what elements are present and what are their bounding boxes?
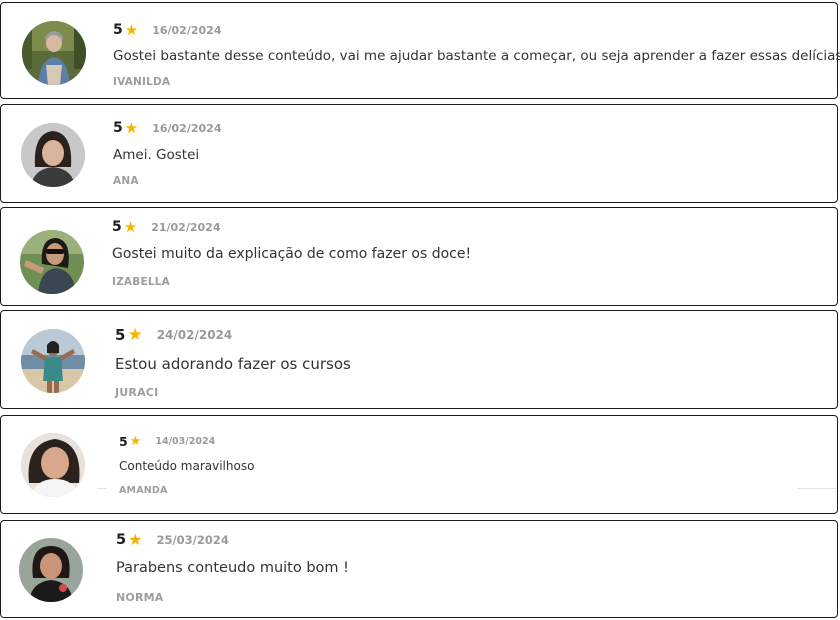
rating-row: 5 ★ 21/02/2024 [112,219,220,235]
rating-row: 5 ★ 25/03/2024 [116,530,229,549]
rating-value: 5 [113,22,123,38]
rating-row: 5 ★ 14/03/2024 [119,434,215,449]
review-card: 5 ★ 21/02/2024 Gostei muito da explicaçã… [0,207,838,306]
review-card: 5 ★ 24/02/2024 Estou adorando fazer os c… [0,310,838,409]
review-date: 16/02/2024 [152,121,222,135]
reviewer-name: ANA [113,175,139,187]
review-card: 5 ★ 16/02/2024 Gostei bastante desse con… [0,2,840,99]
star-icon: ★ [124,118,139,137]
rating-value: 5 [119,434,128,449]
review-date: 21/02/2024 [151,220,221,234]
reviewer-name: AMANDA [119,485,168,496]
avatar-photo [21,123,85,187]
review-card: 5 ★ 16/02/2024 Amei. Gostei ANA [0,104,838,203]
review-text: Conteúdo maravilhoso [119,459,255,473]
review-date: 14/03/2024 [155,436,216,447]
divider-line [797,488,837,489]
star-icon: ★ [129,434,142,449]
avatar [20,230,84,294]
star-icon: ★ [127,324,143,345]
rating-row: 5 ★ 16/02/2024 [113,120,221,136]
rating-value: 5 [112,219,122,235]
review-date: 16/02/2024 [152,23,222,37]
avatar-photo [21,329,85,393]
star-icon: ★ [123,217,138,236]
divider-line [97,488,107,489]
avatar [19,538,83,602]
reviewer-name: JURACI [115,386,159,399]
rating-value: 5 [116,532,127,548]
avatar [21,329,85,393]
review-card: 5 ★ 25/03/2024 Parabens conteudo muito b… [0,520,838,618]
reviewer-name: IVANILDA [113,76,171,88]
star-icon: ★ [124,20,139,39]
rating-row: 5 ★ 16/02/2024 [113,22,221,38]
avatar-photo [20,230,84,294]
review-date: 25/03/2024 [156,533,229,547]
review-date: 24/02/2024 [156,328,233,342]
review-text: Gostei bastante desse conteúdo, vai me a… [113,48,840,64]
review-text: Amei. Gostei [113,147,200,163]
avatar [22,21,86,85]
review-text: Estou adorando fazer os cursos [115,355,351,373]
avatar-photo [21,433,85,497]
review-text: Parabens conteudo muito bom ! [116,560,349,576]
review-text: Gostei muito da explicação de como fazer… [112,246,472,262]
avatar-photo [19,538,83,602]
star-icon: ★ [128,530,143,549]
reviewer-name: IZABELLA [112,276,170,288]
avatar [21,123,85,187]
review-card: 5 ★ 14/03/2024 Conteúdo maravilhoso AMAN… [0,415,838,514]
reviewer-name: NORMA [116,591,164,604]
avatar-photo [22,21,86,85]
rating-value: 5 [113,120,123,136]
rating-row: 5 ★ 24/02/2024 [115,326,232,344]
rating-value: 5 [115,326,126,344]
avatar [21,433,85,497]
